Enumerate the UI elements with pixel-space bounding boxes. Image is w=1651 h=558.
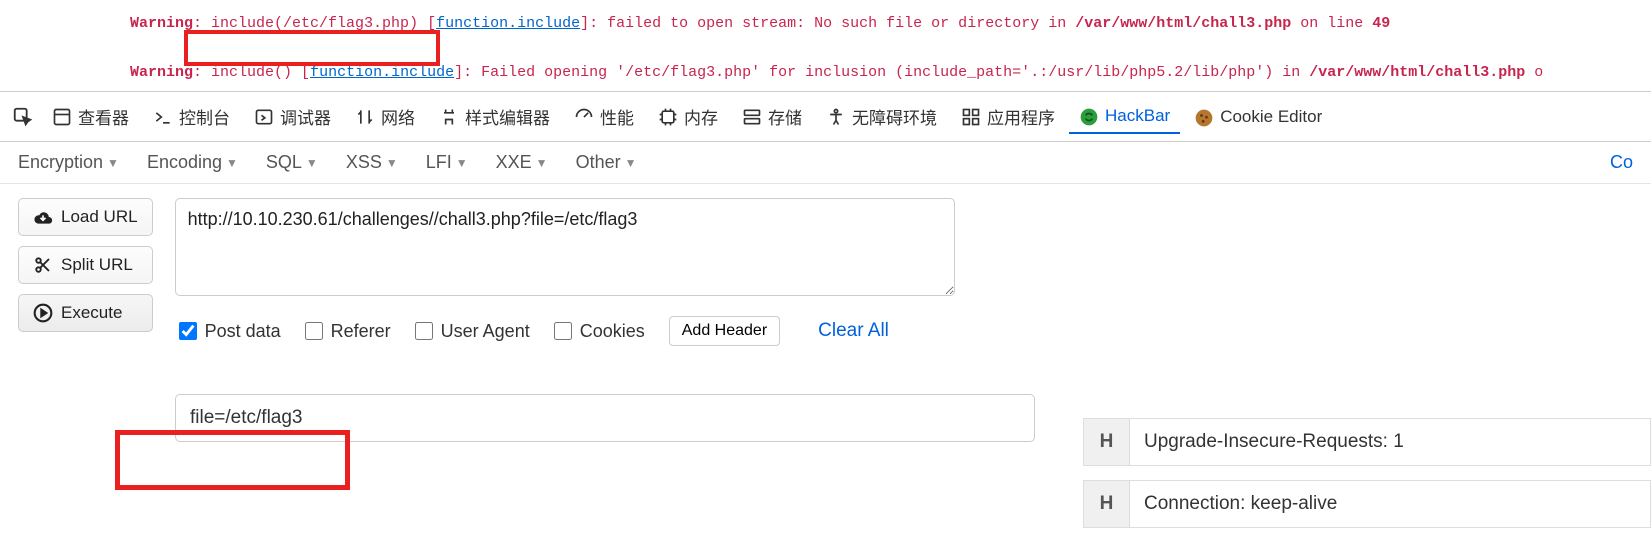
- cookies-checkbox[interactable]: Cookies: [554, 321, 645, 342]
- tab-console[interactable]: 控制台: [143, 98, 240, 135]
- header-badge: H: [1084, 419, 1130, 465]
- header-value[interactable]: Upgrade-Insecure-Requests: 1: [1130, 419, 1650, 465]
- hackbar-right-link[interactable]: Co: [1610, 152, 1633, 173]
- menu-encryption[interactable]: Encryption ▼: [18, 152, 119, 173]
- clear-all-link[interactable]: Clear All: [818, 320, 889, 342]
- chevron-down-icon: ▼: [107, 156, 119, 170]
- tab-storage[interactable]: 存储: [732, 98, 812, 135]
- element-picker-button[interactable]: [8, 102, 38, 132]
- post-data-checkbox[interactable]: Post data: [179, 321, 281, 342]
- cloud-download-icon: [33, 208, 53, 226]
- performance-icon: [574, 107, 594, 127]
- hackbar-main: Load URL Split URL Execute Post data Ref…: [0, 184, 1651, 360]
- execute-button[interactable]: Execute: [18, 294, 153, 332]
- scissors-icon: [33, 256, 53, 274]
- tab-memory[interactable]: 内存: [648, 98, 728, 135]
- play-circle-icon: [33, 303, 53, 323]
- menu-other[interactable]: Other ▼: [576, 152, 637, 173]
- error-msg: ]: failed to open stream: No such file o…: [580, 15, 1075, 32]
- menu-lfi[interactable]: LFI ▼: [426, 152, 468, 173]
- hackbar-options-row: Post data Referer User Agent Cookies Add…: [175, 316, 955, 346]
- error-msg: ]: Failed opening '/etc/flag3.php' for i…: [454, 64, 1309, 81]
- style-icon: [439, 107, 459, 127]
- memory-icon: [658, 107, 678, 127]
- user-agent-checkbox[interactable]: User Agent: [415, 321, 530, 342]
- storage-icon: [742, 107, 762, 127]
- accessibility-icon: [826, 107, 846, 127]
- load-url-button[interactable]: Load URL: [18, 198, 153, 236]
- debugger-icon: [254, 107, 274, 127]
- error-lineno: 49: [1372, 15, 1390, 32]
- referer-checkbox[interactable]: Referer: [305, 321, 391, 342]
- application-icon: [961, 107, 981, 127]
- chevron-down-icon: ▼: [456, 156, 468, 170]
- tab-accessibility[interactable]: 无障碍环境: [816, 98, 947, 135]
- tab-application[interactable]: 应用程序: [951, 98, 1065, 135]
- tab-inspector[interactable]: 查看器: [42, 98, 139, 135]
- inspector-icon: [52, 107, 72, 127]
- error-file: /var/www/html/chall3.php: [1309, 64, 1525, 81]
- header-value[interactable]: Connection: keep-alive: [1130, 481, 1650, 527]
- menu-xss[interactable]: XSS ▼: [346, 152, 398, 173]
- devtools-tab-bar: 查看器 控制台 调试器 网络 样式编辑器 性能 内存 存储 无障碍环境 应用程序…: [0, 91, 1651, 142]
- menu-encoding[interactable]: Encoding ▼: [147, 152, 238, 173]
- header-badge: H: [1084, 481, 1130, 527]
- cookie-icon: [1194, 107, 1214, 127]
- header-row: H Connection: keep-alive: [1083, 480, 1651, 528]
- headers-panel: H Upgrade-Insecure-Requests: 1 H Connect…: [1083, 418, 1651, 528]
- header-row: H Upgrade-Insecure-Requests: 1: [1083, 418, 1651, 466]
- tab-network[interactable]: 网络: [345, 98, 425, 135]
- tab-debugger[interactable]: 调试器: [244, 98, 341, 135]
- split-url-button[interactable]: Split URL: [18, 246, 153, 284]
- console-icon: [153, 107, 173, 127]
- tab-hackbar[interactable]: HackBar: [1069, 100, 1180, 134]
- hackbar-icon: [1079, 106, 1099, 126]
- highlight-box-include: [184, 30, 440, 66]
- menu-xxe[interactable]: XXE ▼: [496, 152, 548, 173]
- chevron-down-icon: ▼: [226, 156, 238, 170]
- add-header-button[interactable]: Add Header: [669, 316, 780, 346]
- error-file: /var/www/html/chall3.php: [1075, 15, 1291, 32]
- tab-performance[interactable]: 性能: [564, 98, 644, 135]
- chevron-down-icon: ▼: [625, 156, 637, 170]
- url-input[interactable]: [175, 198, 955, 296]
- chevron-down-icon: ▼: [306, 156, 318, 170]
- tab-style-editor[interactable]: 样式编辑器: [429, 98, 560, 135]
- menu-sql[interactable]: SQL ▼: [266, 152, 318, 173]
- function-include-link[interactable]: function.include: [436, 15, 580, 32]
- tab-cookie-editor[interactable]: Cookie Editor: [1184, 101, 1332, 133]
- function-include-link[interactable]: function.include: [310, 64, 454, 81]
- hackbar-menubar: Encryption ▼ Encoding ▼ SQL ▼ XSS ▼ LFI …: [0, 142, 1651, 184]
- network-icon: [355, 107, 375, 127]
- chevron-down-icon: ▼: [536, 156, 548, 170]
- chevron-down-icon: ▼: [386, 156, 398, 170]
- highlight-box-postdata: [115, 430, 350, 490]
- warning-label: Warning: [130, 64, 193, 81]
